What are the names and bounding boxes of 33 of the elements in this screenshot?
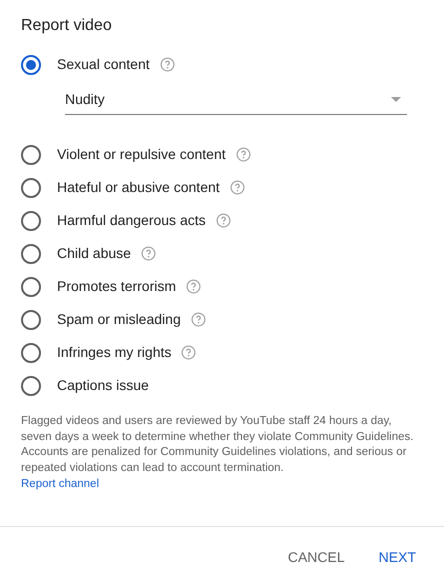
- radio-button[interactable]: [21, 54, 41, 74]
- help-icon[interactable]: [160, 57, 175, 72]
- option-label[interactable]: Captions issue: [57, 375, 149, 396]
- option-label[interactable]: Infringes my rights: [57, 342, 172, 363]
- radio-button[interactable]: [21, 376, 41, 396]
- help-icon[interactable]: [230, 180, 245, 195]
- option-label[interactable]: Sexual content: [57, 54, 150, 75]
- radio-button[interactable]: [21, 144, 41, 164]
- cancel-button[interactable]: CANCEL: [276, 541, 357, 574]
- next-button[interactable]: NEXT: [366, 541, 428, 574]
- radio-button[interactable]: [21, 310, 41, 330]
- radio-button[interactable]: [21, 276, 41, 296]
- option-label[interactable]: Violent or repulsive content: [57, 144, 226, 165]
- radio-button[interactable]: [21, 178, 41, 198]
- notice-text: Flagged videos and users are reviewed by YouTube staff 24 hours a day, seven days a week to determine whether they violate Community Guidelines. Accounts are penalized for Community Guidelines violations, and serious or repeated violations can lead to account termination.: [21, 414, 414, 476]
- radio-button[interactable]: [21, 342, 41, 362]
- report-channel-link[interactable]: Report channel: [21, 476, 99, 492]
- caret-icon: [391, 97, 401, 102]
- option-label[interactable]: Harmful dangerous acts: [57, 210, 206, 231]
- help-icon[interactable]: [236, 147, 251, 162]
- option-label[interactable]: Promotes terrorism: [57, 276, 176, 297]
- help-icon[interactable]: [190, 312, 206, 327]
- option-label[interactable]: Child abuse: [57, 243, 131, 264]
- help-icon[interactable]: [216, 213, 231, 228]
- help-icon[interactable]: [140, 246, 156, 261]
- help-icon[interactable]: [186, 279, 202, 294]
- option-label[interactable]: Spam or misleading: [57, 309, 181, 330]
- dialog-title: Report video: [21, 16, 112, 36]
- radio-button[interactable]: [21, 210, 41, 230]
- option-label[interactable]: Hateful or abusive content: [57, 177, 220, 198]
- help-icon[interactable]: [181, 345, 196, 360]
- category-dropdown[interactable]: Nudity: [65, 85, 407, 115]
- radio-button[interactable]: [21, 244, 41, 264]
